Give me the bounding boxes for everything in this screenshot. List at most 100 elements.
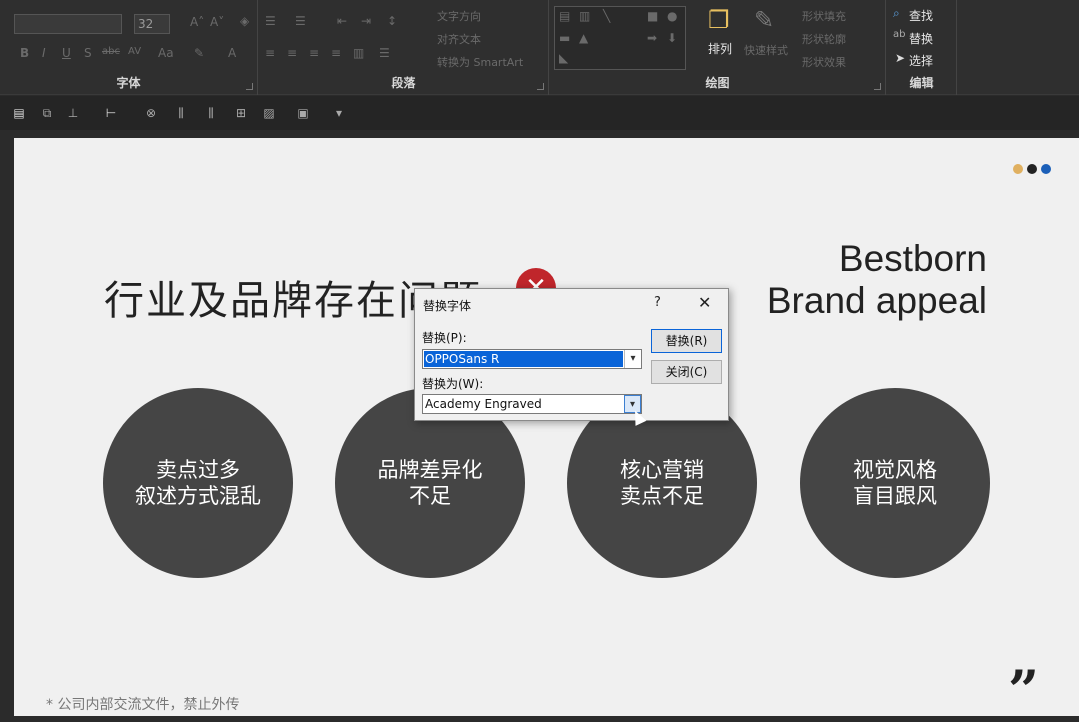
triangle-shape-icon[interactable]: ▲ [579, 31, 588, 45]
line-shape-icon[interactable]: ╲ [603, 9, 610, 23]
bullets-icon[interactable]: ☰ [265, 14, 276, 28]
quote-mark-icon: ” [1007, 658, 1039, 722]
close-icon[interactable]: ✕ [698, 293, 711, 312]
select-icon: ➤ [895, 51, 906, 65]
circle-line: 核心营销 [620, 458, 704, 482]
close-dialog-button[interactable]: 关闭(C) [651, 360, 722, 384]
italic-icon[interactable]: I [42, 46, 46, 60]
oval-shape-icon[interactable]: ● [667, 9, 677, 23]
align-shapes-icon[interactable]: ⊥ [66, 106, 80, 120]
underline-icon[interactable]: U [62, 46, 71, 60]
replace-action-button[interactable]: 替换(R) [651, 329, 722, 353]
distribute-v-icon[interactable]: ⫼ [204, 106, 218, 120]
replace-with-combo[interactable]: Academy Engraved ▾ [422, 394, 642, 414]
columns-icon[interactable]: ▥ [353, 46, 364, 60]
justify-icon[interactable]: ≡ [331, 46, 341, 60]
align-center-icon[interactable]: ≡ [287, 46, 297, 60]
down-arrow-shape-icon[interactable]: ⬇ [667, 31, 677, 45]
problem-circle-1[interactable]: 卖点过多 叙述方式混乱 [103, 388, 293, 578]
editing-group: ⌕ 查找 ab 替换 ➤ 选择 编辑 [887, 0, 957, 95]
replace-font-value: OPPOSans R [425, 352, 500, 366]
distribute-h-icon[interactable]: ⫼ [174, 106, 188, 120]
font-name-box[interactable] [14, 14, 122, 34]
shapes-gallery[interactable]: ▤ ▥ ╲ ■ ● ▬ ▲ ➡ ⬇ ◣ [554, 6, 686, 70]
line-spacing-icon[interactable]: ↕ [387, 14, 397, 28]
vertical-textbox-icon[interactable]: ▥ [579, 9, 590, 23]
shape-fill-button[interactable]: 形状填充 [802, 8, 846, 24]
grow-font-icon[interactable]: A˄ [190, 15, 204, 29]
circle-line: 不足 [409, 484, 451, 508]
picture-icon[interactable]: ▨ [262, 106, 276, 120]
slide-canvas[interactable]: 行业及品牌存在问题 ✕ Bestborn Brand appeal 卖点过多 叙… [14, 138, 1079, 722]
help-button[interactable]: ? [654, 295, 661, 310]
font-color-icon[interactable]: A [228, 46, 236, 60]
font-dialog-launcher[interactable] [246, 83, 253, 90]
circle-line: 叙述方式混乱 [135, 484, 261, 508]
drawing-group-label: 绘图 [705, 76, 730, 90]
decrease-indent-icon[interactable]: ⇤ [337, 14, 347, 28]
align-right-icon[interactable]: ≡ [309, 46, 319, 60]
accent-dot-black [1027, 164, 1037, 174]
select-button[interactable]: 选择 [909, 52, 933, 69]
crop-icon[interactable]: ▣ [296, 106, 310, 120]
replace-icon: ab [893, 29, 906, 40]
chevron-down-icon[interactable]: ▾ [624, 350, 641, 368]
editing-group-label: 编辑 [909, 76, 934, 90]
align-left-shapes-icon[interactable]: ⊢ [104, 106, 118, 120]
replace-with-label: 替换为(W): [422, 377, 484, 391]
quick-styles-button[interactable]: 快速样式 [744, 42, 788, 58]
replace-label: 替换(P): [422, 331, 467, 345]
rounded-rect-icon[interactable]: ▬ [559, 31, 570, 45]
quick-styles-icon[interactable]: ✎ [754, 6, 774, 34]
dialog-title: 替换字体 [423, 299, 472, 313]
accent-dot-gold [1013, 164, 1023, 174]
ribbon: 32 A˄ A˅ ◈ B I U S abc AV Aa ✎ A 字体 ☰ ☰ … [0, 0, 1079, 95]
char-spacing-icon[interactable]: AV [128, 46, 141, 57]
arrange-button[interactable]: 排列 [708, 40, 732, 57]
convert-smartart-button[interactable]: 转换为 SmartArt [437, 54, 523, 70]
paragraph-group-label: 段落 [391, 76, 416, 90]
highlight-icon[interactable]: ✎ [194, 46, 204, 60]
find-icon: ⌕ [893, 6, 900, 20]
arrange-icon[interactable]: ❐ [708, 6, 730, 34]
find-button[interactable]: 查找 [909, 7, 933, 24]
font-group: 32 A˄ A˅ ◈ B I U S abc AV Aa ✎ A 字体 [0, 0, 258, 95]
increase-indent-icon[interactable]: ⇥ [361, 14, 371, 28]
copy-format-icon[interactable]: ⧉ [40, 106, 54, 120]
numbering-icon[interactable]: ☰ [295, 14, 306, 28]
change-case-icon[interactable]: Aa [158, 46, 174, 60]
paragraph-group: ☰ ☰ ⇤ ⇥ ↕ ≡ ≡ ≡ ≡ ▥ ☰ 文字方向 对齐文本 转换为 Smar… [259, 0, 549, 95]
flowchart-shape-icon[interactable]: ◣ [559, 51, 568, 65]
bold-icon[interactable]: B [20, 46, 29, 60]
toolbar-more-icon[interactable]: ▾ [332, 106, 346, 120]
replace-font-dialog: 替换字体 ? ✕ 替换(P): OPPOSans R ▾ 替换为(W): Aca… [414, 288, 729, 421]
drawing-group: ▤ ▥ ╲ ■ ● ▬ ▲ ➡ ⬇ ◣ ❐ 排列 ✎ 快速样式 形状填充 形状轮… [550, 0, 886, 95]
strikethrough-icon[interactable]: abc [102, 46, 120, 57]
replace-font-combo[interactable]: OPPOSans R ▾ [422, 349, 642, 369]
group-icon[interactable]: ⊞ [234, 106, 248, 120]
clear-format-icon[interactable]: ◈ [240, 14, 249, 28]
drawing-dialog-launcher[interactable] [874, 83, 881, 90]
font-size-box[interactable]: 32 [134, 14, 170, 34]
textbox-shape-icon[interactable]: ▤ [559, 9, 570, 23]
confidential-footnote[interactable]: * 公司内部交流文件，禁止外传 [46, 694, 239, 714]
align-text-button[interactable]: 对齐文本 [437, 31, 481, 47]
align-left-icon[interactable]: ≡ [265, 46, 275, 60]
lock-icon[interactable]: ⊗ [144, 106, 158, 120]
slide-layout-icon[interactable]: ▤ [12, 106, 26, 120]
shape-effects-button[interactable]: 形状效果 [802, 54, 846, 70]
replace-button[interactable]: 替换 [909, 30, 933, 47]
columns-menu-icon[interactable]: ☰ [379, 46, 390, 60]
shadow-icon[interactable]: S [84, 46, 92, 60]
rect-shape-icon[interactable]: ■ [647, 9, 658, 23]
paragraph-dialog-launcher[interactable] [537, 83, 544, 90]
circle-line: 视觉风格 [853, 458, 937, 482]
brand-subtitle[interactable]: Brand appeal [767, 280, 987, 322]
shrink-font-icon[interactable]: A˅ [210, 15, 224, 29]
accent-dot-blue [1041, 164, 1051, 174]
text-direction-button[interactable]: 文字方向 [437, 8, 481, 24]
brand-name[interactable]: Bestborn [839, 238, 987, 280]
right-arrow-shape-icon[interactable]: ➡ [647, 31, 657, 45]
shape-outline-button[interactable]: 形状轮廓 [802, 31, 846, 47]
problem-circle-4[interactable]: 视觉风格 盲目跟风 [800, 388, 990, 578]
